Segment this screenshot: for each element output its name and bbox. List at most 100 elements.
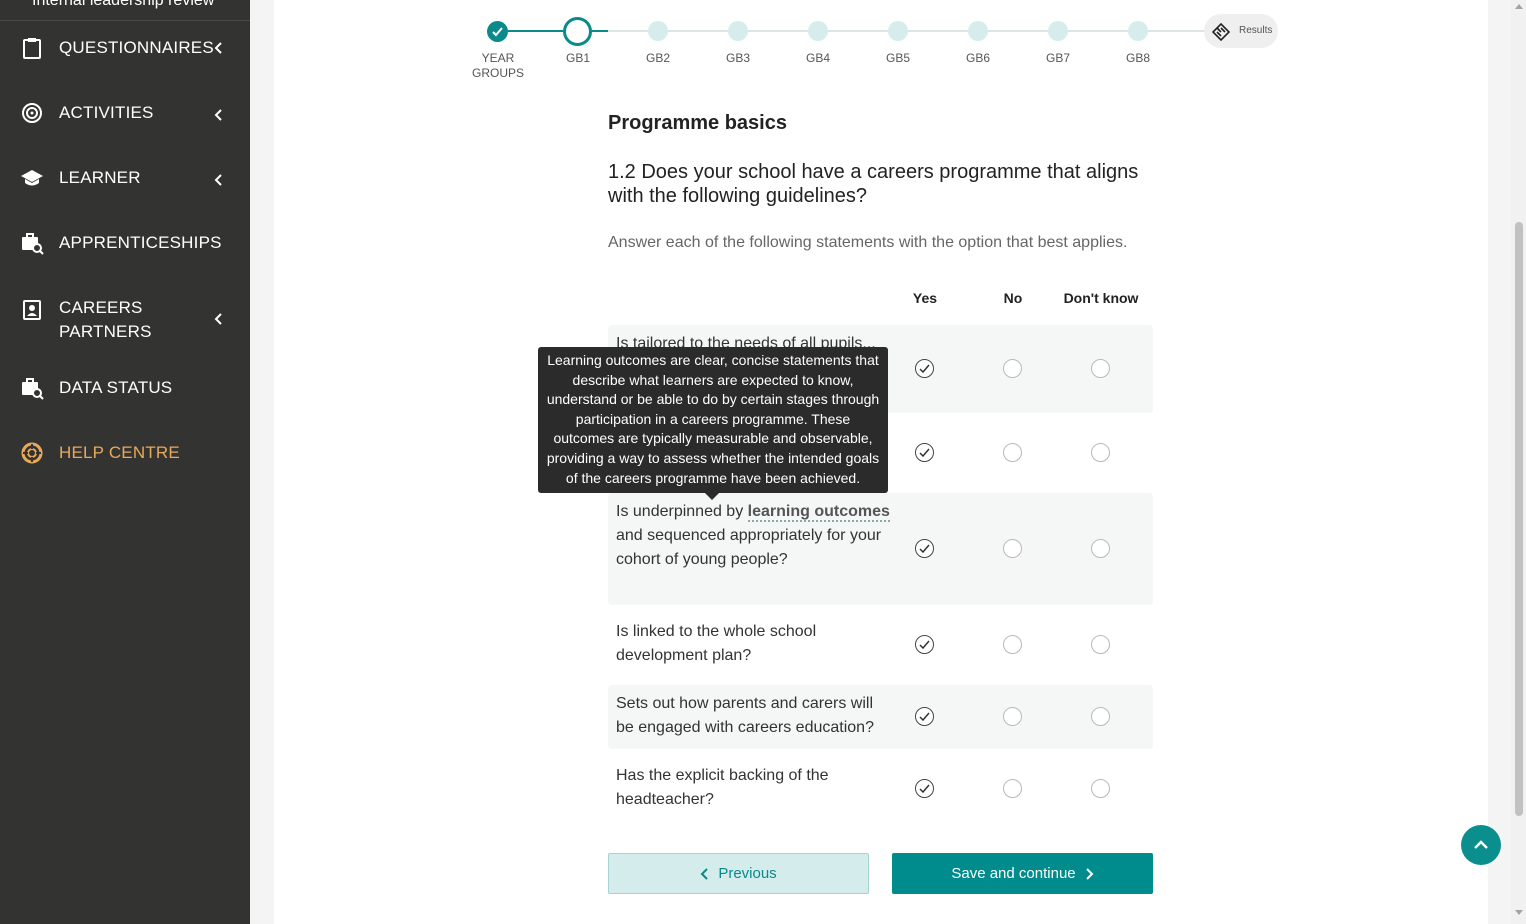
radio-yes[interactable]: [915, 635, 934, 654]
glossary-term-learning-outcomes[interactable]: learning outcomes: [747, 503, 890, 522]
radio-dont-know[interactable]: [1091, 707, 1110, 726]
step-dot-gb8[interactable]: [1128, 21, 1148, 41]
step-dot-gb6[interactable]: [968, 21, 988, 41]
chevron-right-icon: [1085, 867, 1094, 880]
lifebuoy-icon: [20, 441, 44, 465]
statement-row: Is underpinned by learning outcomes and …: [608, 493, 1153, 605]
step-dot-gb3[interactable]: [728, 21, 748, 41]
radio-yes[interactable]: [915, 779, 934, 798]
question-text: 1.2 Does your school have a careers prog…: [608, 161, 1139, 207]
column-header-yes: Yes: [912, 290, 938, 306]
radio-yes[interactable]: [915, 359, 934, 378]
statement-row: Sets out how parents and carers will be …: [608, 685, 1153, 749]
sidebar-item-label: CAREERS: [59, 298, 143, 317]
radio-no[interactable]: [1003, 779, 1022, 798]
step-label-gb7[interactable]: GB7: [1032, 51, 1084, 66]
sidebar-item-data-status[interactable]: DATA STATUS: [0, 376, 250, 400]
sidebar-item-label-line2: PARTNERS: [59, 322, 152, 341]
radio-no[interactable]: [1003, 539, 1022, 558]
chevron-up-icon: [1474, 840, 1488, 849]
sidebar: Internal leadership review QUESTIONNAIRE…: [0, 0, 250, 924]
sidebar-item-careers-partners[interactable]: CAREERS PARTNERS: [0, 296, 250, 344]
radio-dont-know[interactable]: [1091, 359, 1110, 378]
page-scrollbar[interactable]: [1511, 0, 1526, 924]
radio-yes[interactable]: [915, 443, 934, 462]
sidebar-item-questionnaires[interactable]: QUESTIONNAIRES: [0, 36, 250, 60]
stepper-line-complete: [508, 30, 568, 32]
step-dot-gb5[interactable]: [888, 21, 908, 41]
step-label-gb4[interactable]: GB4: [792, 51, 844, 66]
sidebar-item-help-centre[interactable]: HELP CENTRE: [0, 441, 250, 465]
chevron-left-icon: [214, 313, 222, 325]
briefcase-search-icon: [20, 376, 44, 400]
statement-text: Is linked to the whole school developmen…: [616, 623, 817, 664]
graduation-cap-icon: [20, 166, 44, 190]
step-label-gb2[interactable]: GB2: [632, 51, 684, 66]
clipboard-icon: [20, 36, 44, 60]
sidebar-item-label: HELP CENTRE: [59, 443, 180, 462]
check-icon: [492, 27, 503, 37]
check-icon: [919, 640, 930, 650]
statement-text: Sets out how parents and carers will be …: [616, 695, 874, 736]
scroll-down-arrow-icon[interactable]: [1515, 910, 1523, 915]
chevron-left-icon: [214, 109, 222, 121]
scrollbar-thumb[interactable]: [1515, 222, 1523, 816]
step-dot-gb2[interactable]: [648, 21, 668, 41]
check-icon: [919, 448, 930, 458]
glossary-tooltip: Learning outcomes are clear, concise sta…: [538, 347, 888, 500]
statement-row: Is linked to the whole school developmen…: [608, 605, 1153, 685]
step-label-gb1[interactable]: GB1: [552, 51, 604, 66]
radio-no[interactable]: [1003, 707, 1022, 726]
sidebar-context: Internal leadership review: [0, 0, 250, 21]
check-icon: [919, 712, 930, 722]
stepper-line-upcoming: [608, 30, 1208, 32]
sidebar-item-label: DATA STATUS: [59, 378, 173, 397]
save-and-continue-button[interactable]: Save and continue: [892, 853, 1153, 894]
statement-text: Has the explicit backing of the headteac…: [616, 767, 829, 808]
sidebar-item-label: ACTIVITIES: [59, 103, 154, 122]
statement-text: Is underpinned by learning outcomes and …: [616, 503, 890, 568]
step-complete-dot[interactable]: [487, 21, 508, 42]
scroll-up-arrow-icon[interactable]: [1515, 4, 1523, 9]
question-hint: Answer each of the following statements …: [608, 234, 1128, 251]
sidebar-item-label: LEARNER: [59, 168, 141, 187]
sidebar-item-label: QUESTIONNAIRES: [59, 38, 214, 57]
statement-row: Has the explicit backing of the headteac…: [608, 749, 1153, 829]
step-current-dot[interactable]: [563, 17, 592, 46]
radio-dont-know[interactable]: [1091, 779, 1110, 798]
sidebar-context-label: Internal leadership review: [32, 0, 215, 9]
sidebar-item-apprenticeships[interactable]: APPRENTICESHIPS: [0, 231, 250, 255]
check-icon: [919, 544, 930, 554]
target-icon: [20, 101, 44, 125]
step-label-year-groups[interactable]: YEAR GROUPS: [466, 51, 530, 81]
step-dot-gb4[interactable]: [808, 21, 828, 41]
radio-no[interactable]: [1003, 443, 1022, 462]
column-header-no: No: [1003, 290, 1023, 306]
radio-dont-know[interactable]: [1091, 635, 1110, 654]
chevron-left-icon: [214, 42, 222, 54]
radio-no[interactable]: [1003, 635, 1022, 654]
step-label-gb3[interactable]: GB3: [712, 51, 764, 66]
sidebar-item-learner[interactable]: LEARNER: [0, 166, 250, 190]
scroll-to-top-button[interactable]: [1461, 825, 1501, 865]
chevron-left-icon: [214, 174, 222, 186]
radio-no[interactable]: [1003, 359, 1022, 378]
step-label-gb6[interactable]: GB6: [952, 51, 1004, 66]
section-title: Programme basics: [608, 112, 787, 134]
radio-dont-know[interactable]: [1091, 443, 1110, 462]
previous-button-label: Previous: [718, 865, 777, 882]
step-dot-gb7[interactable]: [1048, 21, 1068, 41]
radio-yes[interactable]: [915, 539, 934, 558]
results-label: Results: [1239, 25, 1273, 36]
results-step[interactable]: Results: [1204, 14, 1278, 48]
sidebar-item-activities[interactable]: ACTIVITIES: [0, 101, 250, 125]
previous-button[interactable]: Previous: [608, 853, 869, 894]
step-label-gb5[interactable]: GB5: [872, 51, 924, 66]
sidebar-item-label: APPRENTICESHIPS: [59, 233, 222, 252]
radio-yes[interactable]: [915, 707, 934, 726]
contact-card-icon: [20, 298, 44, 322]
radio-dont-know[interactable]: [1091, 539, 1110, 558]
chevron-left-icon: [700, 867, 709, 880]
briefcase-search-icon: [20, 231, 44, 255]
step-label-gb8[interactable]: GB8: [1112, 51, 1164, 66]
